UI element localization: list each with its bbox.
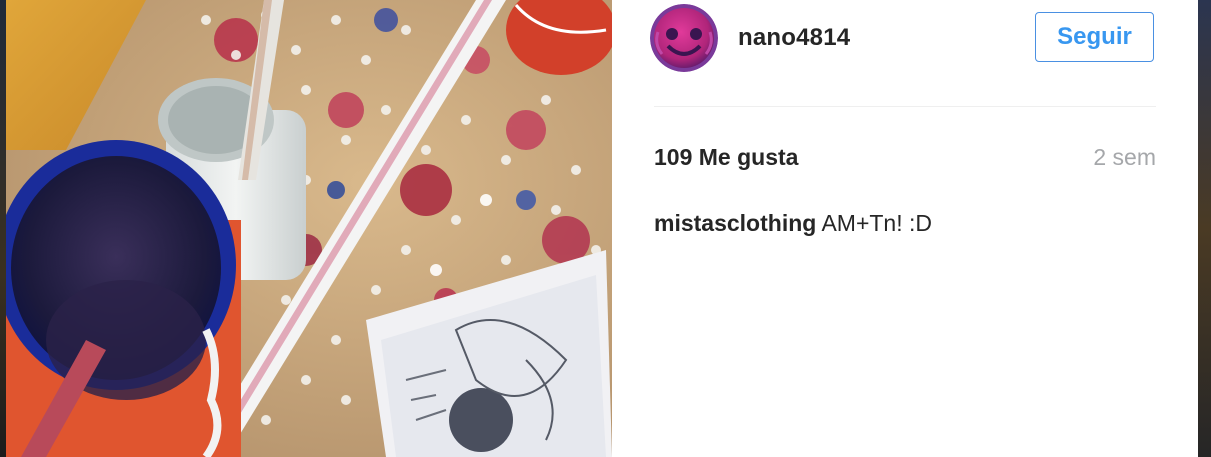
post-modal: nano4814 Seguir 109 Me gusta 2 sem mista… — [0, 0, 1211, 457]
header-divider — [654, 106, 1156, 107]
caption-text: AM+Tn! :D — [821, 210, 932, 236]
avatar[interactable] — [650, 4, 718, 72]
post-photo[interactable] — [6, 0, 612, 457]
post-header: nano4814 Seguir — [612, 0, 1198, 106]
overlay-backdrop-right[interactable] — [1198, 0, 1211, 457]
author-username[interactable]: nano4814 — [738, 24, 850, 52]
caption-username[interactable]: mistasclothing — [654, 210, 816, 236]
likes-count[interactable]: 109 Me gusta — [654, 144, 798, 171]
post-caption: mistasclothing AM+Tn! :D — [654, 210, 932, 237]
post-timestamp[interactable]: 2 sem — [1093, 144, 1156, 171]
follow-button[interactable]: Seguir — [1035, 12, 1154, 62]
post-side-panel: nano4814 Seguir 109 Me gusta 2 sem mista… — [612, 0, 1198, 457]
